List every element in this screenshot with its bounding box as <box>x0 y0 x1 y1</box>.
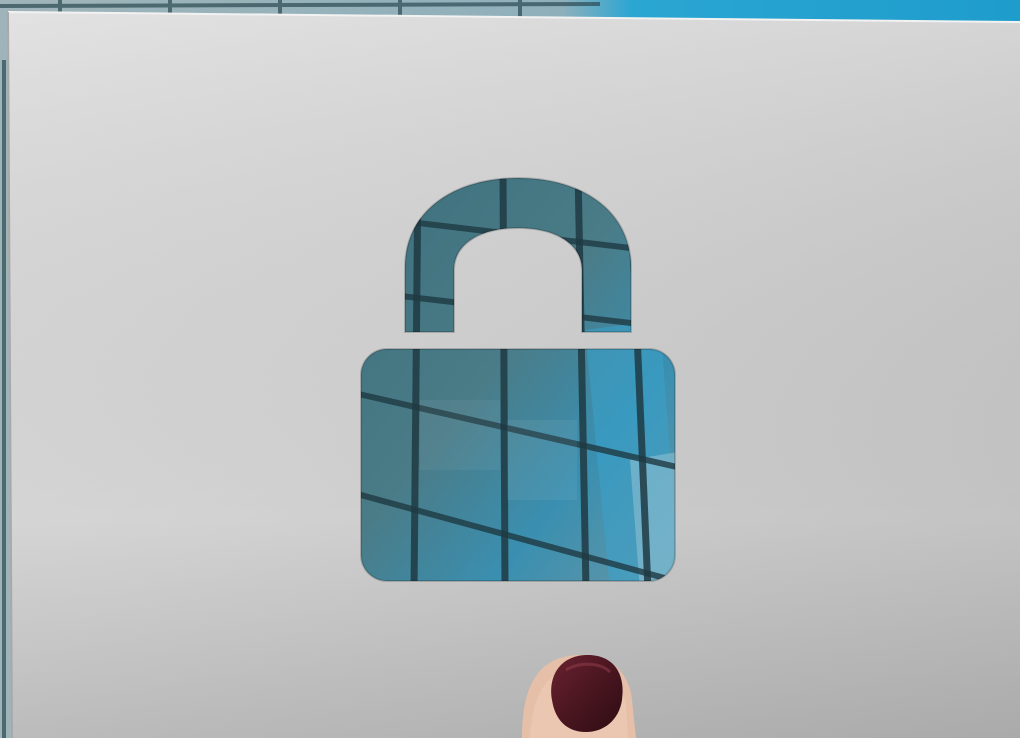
nail-polish <box>551 654 623 732</box>
photo-canvas <box>0 0 1020 738</box>
photo-scene <box>0 0 1020 738</box>
